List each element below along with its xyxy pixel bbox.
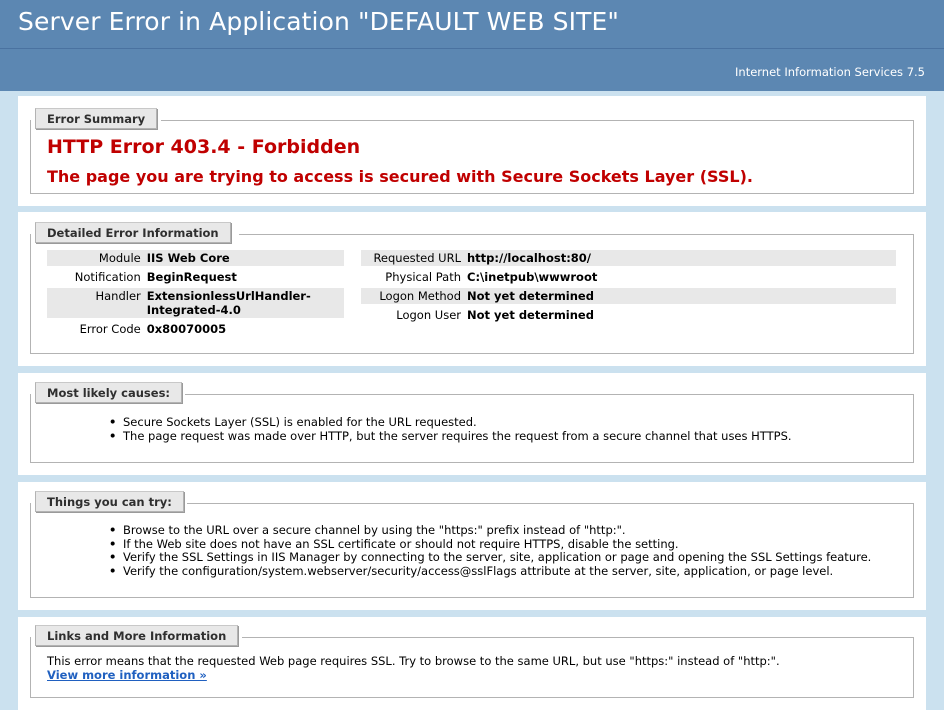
error-title: HTTP Error 403.4 - Forbidden [47, 136, 361, 158]
table-row: Logon User Not yet determined [361, 307, 896, 323]
detail-value: ExtensionlessUrlHandler-Integrated-4.0 [146, 288, 344, 318]
error-summary-box: Error Summary HTTP Error 403.4 - Forbidd… [30, 108, 914, 194]
causes-list: Secure Sockets Layer (SSL) is enabled fo… [109, 415, 792, 444]
causes-box: Most likely causes: Secure Sockets Layer… [30, 382, 914, 463]
try-legend: Things you can try: [35, 491, 184, 512]
list-item: Secure Sockets Layer (SSL) is enabled fo… [109, 415, 792, 430]
table-row: Handler ExtensionlessUrlHandler-Integrat… [47, 288, 344, 318]
detail-label: Logon Method [361, 288, 467, 304]
details-right-table: Requested URL http://localhost:80/ Physi… [361, 247, 896, 326]
list-item: Verify the SSL Settings in IIS Manager b… [109, 550, 871, 565]
table-row: Module IIS Web Core [47, 250, 344, 266]
try-list: Browse to the URL over a secure channel … [109, 523, 871, 579]
table-row: Requested URL http://localhost:80/ [361, 250, 896, 266]
list-item: Verify the configuration/system.webserve… [109, 564, 871, 579]
detail-value: http://localhost:80/ [467, 250, 896, 266]
table-row: Error Code 0x80070005 [47, 321, 344, 337]
error-summary-legend: Error Summary [35, 108, 158, 129]
detail-value: BeginRequest [146, 270, 237, 284]
causes-panel: Most likely causes: Secure Sockets Layer… [18, 373, 926, 475]
detail-value: Not yet determined [467, 308, 594, 322]
table-row: Notification BeginRequest [47, 269, 344, 285]
list-item: The page request was made over HTTP, but… [109, 429, 792, 444]
list-item: If the Web site does not have an SSL cer… [109, 537, 871, 552]
links-description: This error means that the requested Web … [47, 654, 780, 668]
detail-label: Physical Path [385, 270, 461, 284]
links-panel: Links and More Information This error me… [18, 617, 926, 710]
detail-label: Module [47, 250, 147, 266]
error-description: The page you are trying to access is sec… [47, 167, 753, 186]
links-legend: Links and More Information [35, 625, 239, 646]
detail-value: 0x80070005 [146, 322, 227, 336]
detail-label: Error Code [79, 322, 141, 336]
table-row: Physical Path C:\inetpub\wwwroot [361, 269, 896, 285]
detailed-error-panel: Detailed Error Information Module IIS We… [18, 212, 926, 366]
detail-label: Logon User [396, 308, 461, 322]
detailed-error-legend: Detailed Error Information [35, 222, 231, 243]
detail-label: Notification [74, 270, 141, 284]
detailed-error-box: Detailed Error Information Module IIS We… [30, 222, 914, 354]
detail-label: Requested URL [361, 250, 467, 266]
detail-value: Not yet determined [467, 288, 896, 304]
detail-value: C:\inetpub\wwwroot [467, 270, 598, 284]
list-item: Browse to the URL over a secure channel … [109, 523, 871, 538]
detail-value: IIS Web Core [146, 250, 344, 266]
page-title: Server Error in Application "DEFAULT WEB… [18, 7, 619, 36]
detail-label: Handler [47, 288, 147, 318]
view-more-information-link[interactable]: View more information » [47, 668, 207, 682]
server-version: Internet Information Services 7.5 [735, 65, 925, 79]
page-header: Server Error in Application "DEFAULT WEB… [0, 0, 944, 48]
links-box: Links and More Information This error me… [30, 625, 914, 698]
table-row: Logon Method Not yet determined [361, 288, 896, 304]
error-summary-panel: Error Summary HTTP Error 403.4 - Forbidd… [18, 96, 926, 206]
try-panel: Things you can try: Browse to the URL ov… [18, 482, 926, 610]
page-subheader: Internet Information Services 7.5 [0, 48, 944, 91]
details-left-table: Module IIS Web Core Notification BeginRe… [47, 247, 344, 340]
try-box: Things you can try: Browse to the URL ov… [30, 491, 914, 598]
causes-legend: Most likely causes: [35, 382, 183, 403]
